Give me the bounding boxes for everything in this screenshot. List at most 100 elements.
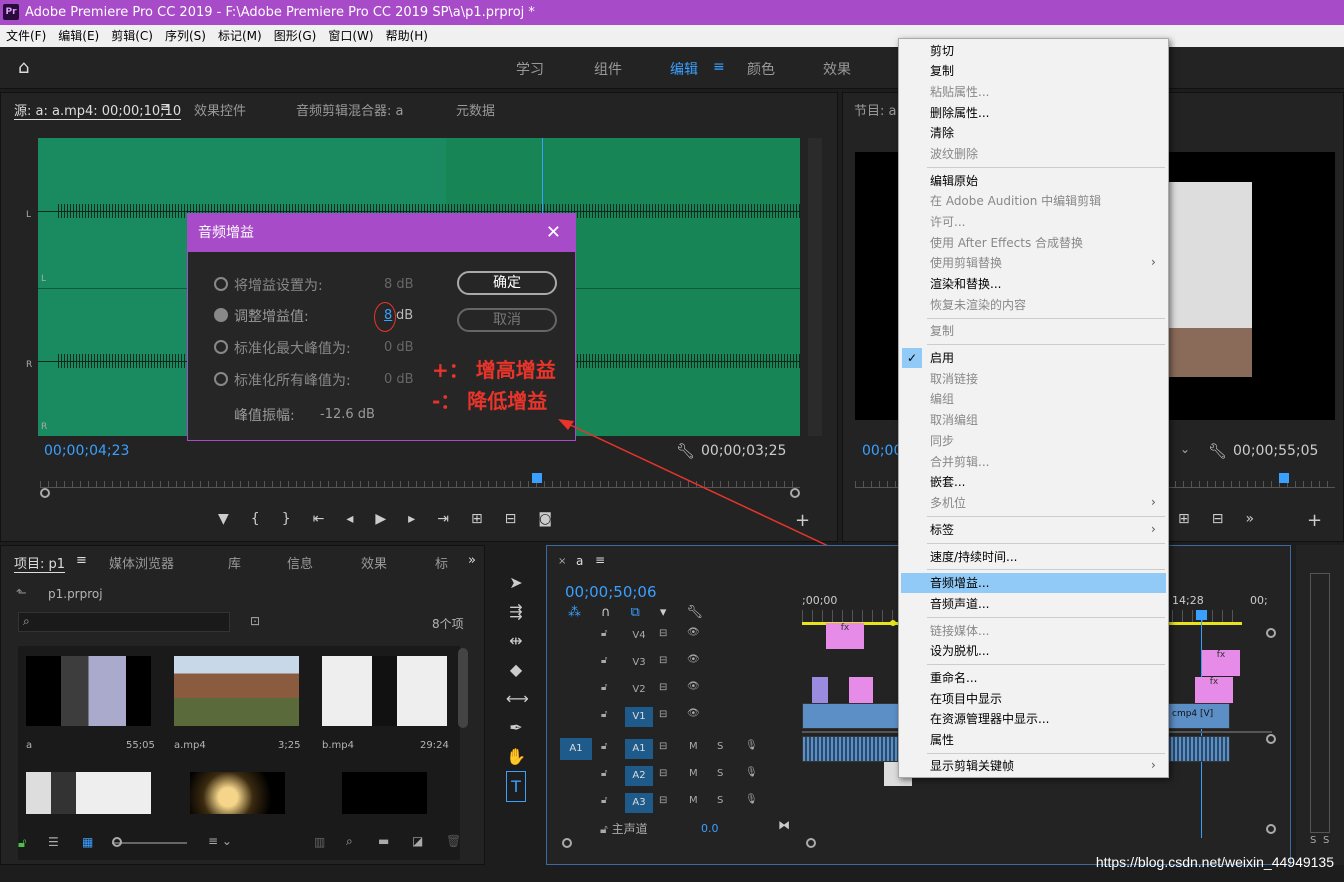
program-current-time[interactable]: 00;00 <box>862 443 902 459</box>
tab-metadata[interactable]: 元数据 <box>456 100 495 119</box>
trash-icon[interactable]: 🗑︎ <box>446 834 461 848</box>
slip-tool-icon[interactable]: ⟷ <box>506 684 529 713</box>
timeline-current-time[interactable]: 00;00;50;06 <box>565 583 657 601</box>
microphone-icon[interactable]: 🎙︎ <box>745 794 758 805</box>
sync-lock-icon[interactable]: ⊟ <box>659 655 667 666</box>
tab-project[interactable]: 项目: p1 <box>14 553 66 573</box>
project-search-input[interactable]: ⌕ <box>18 612 230 632</box>
tab-info[interactable]: 信息 <box>287 553 313 572</box>
play-icon[interactable]: ▶ <box>375 511 408 527</box>
menu-item-clear[interactable]: 清除 <box>930 123 954 143</box>
timeline-settings-icon[interactable]: 🔧︎ <box>686 605 723 620</box>
workspace-color[interactable]: 颜色 <box>747 59 775 79</box>
menu-item-properties[interactable]: 属性 <box>930 730 954 750</box>
hand-tool-icon[interactable]: ✋ <box>506 742 526 771</box>
menu-item-render-replace[interactable]: 渲染和替换... <box>930 274 1001 294</box>
microphone-icon[interactable]: 🎙︎ <box>745 767 758 778</box>
lock-icon[interactable]: 🔓︎ <box>601 655 607 666</box>
track-name-v1[interactable]: V1 <box>625 707 653 727</box>
microphone-icon[interactable]: 🎙︎ <box>745 740 758 751</box>
clip-v1-a[interactable] <box>802 703 902 729</box>
value-normalize-all[interactable]: 0 dB <box>384 372 414 387</box>
menu-item-ripple-delete[interactable]: 波纹删除 <box>930 144 978 164</box>
radio-set-gain[interactable] <box>214 277 228 291</box>
menu-item-paste-attributes[interactable]: 粘贴属性... <box>930 82 989 102</box>
menu-item-nest[interactable]: 嵌套... <box>930 472 965 492</box>
radio-normalize-all[interactable] <box>214 372 228 386</box>
menu-item-reveal-in-explorer[interactable]: 在资源管理器中显示... <box>930 709 1049 729</box>
go-to-out-icon[interactable]: ⇥ <box>437 511 471 527</box>
menu-item-duplicate[interactable]: 复制 <box>930 321 954 341</box>
menu-item-edit-in-audition[interactable]: 在 Adobe Audition 中编辑剪辑 <box>930 191 1101 211</box>
selection-tool-icon[interactable]: ➤ <box>506 568 526 597</box>
new-item-icon[interactable]: ◪ <box>412 834 423 848</box>
linked-selection-icon[interactable]: ⧉ <box>631 605 660 620</box>
timeline-playhead-handle[interactable] <box>1196 610 1207 620</box>
sync-lock-icon[interactable]: ⊟ <box>659 795 667 806</box>
menu-item-restore-unrendered[interactable]: 恢复未渲染的内容 <box>930 295 1026 315</box>
tab-effect-controls[interactable]: 效果控件 <box>194 100 246 119</box>
icon-view-icon[interactable]: ▦ <box>82 835 93 849</box>
ripple-edit-tool-icon[interactable]: ⇹ <box>506 626 526 655</box>
clip-v2-a[interactable] <box>812 677 828 703</box>
program-wrench-icon[interactable]: 🔧︎ <box>1208 442 1227 460</box>
eye-icon[interactable]: 👁︎ <box>687 708 700 719</box>
track-name-v2[interactable]: V2 <box>625 680 653 700</box>
sync-lock-icon[interactable]: ⊟ <box>659 628 667 639</box>
menu-marker[interactable]: 标记(M) <box>212 25 268 47</box>
menu-window[interactable]: 窗口(W) <box>322 25 379 47</box>
tab-effects[interactable]: 效果 <box>361 553 387 572</box>
clip-v2-b[interactable] <box>849 677 873 703</box>
find-icon[interactable]: ⌕ <box>346 834 353 849</box>
razor-tool-icon[interactable]: ◆ <box>506 655 526 684</box>
fx-clip-v2[interactable]: fx <box>1195 677 1233 703</box>
clip-v1-b[interactable]: cmp4 [V] <box>1166 703 1230 729</box>
timeline-menu-icon[interactable]: ≡ <box>595 553 605 567</box>
step-forward-icon[interactable]: ▸ <box>408 511 437 527</box>
thumb-b-mp4[interactable] <box>322 656 447 726</box>
tab-markers[interactable]: 标 <box>435 553 448 572</box>
eye-icon[interactable]: 👁︎ <box>687 681 700 692</box>
value-adjust-gain[interactable]: 8 <box>384 308 392 323</box>
step-back-icon[interactable]: ◂ <box>346 511 375 527</box>
nest-icon[interactable]: ⁂ <box>568 605 601 620</box>
menu-item-cut[interactable]: 剪切 <box>930 41 954 61</box>
thumb-a-mp4[interactable] <box>174 656 299 726</box>
sync-lock-icon[interactable]: ⊟ <box>659 709 667 720</box>
master-volume[interactable]: 0.0 <box>701 822 719 835</box>
timeline-close-icon[interactable]: × <box>558 556 566 567</box>
cancel-button[interactable]: 取消 <box>457 308 557 332</box>
timeline-zoom-left[interactable] <box>562 838 572 848</box>
solo-icon[interactable]: S <box>717 741 723 752</box>
lock-icon[interactable]: 🔓︎ <box>601 795 607 806</box>
menu-clip[interactable]: 剪辑(C) <box>105 25 159 47</box>
menu-edit[interactable]: 编辑(E) <box>52 25 105 47</box>
menu-item-synchronize[interactable]: 同步 <box>930 431 954 451</box>
menu-item-show-keyframes[interactable]: 显示剪辑关键帧 <box>930 756 1014 776</box>
timeline-sequence-tab[interactable]: a <box>576 554 583 568</box>
radio-adjust-gain[interactable] <box>214 308 228 322</box>
menu-item-copy[interactable]: 复制 <box>930 61 954 81</box>
menu-item-remove-attributes[interactable]: 删除属性... <box>930 103 989 123</box>
tab-libraries[interactable]: 库 <box>228 553 241 572</box>
value-normalize-max[interactable]: 0 dB <box>384 340 414 355</box>
mark-out-icon[interactable]: } <box>282 511 313 527</box>
track-select-tool-icon[interactable]: ⇶ <box>506 597 526 626</box>
source-playhead-marker[interactable] <box>532 473 542 483</box>
audio-scroll-handle-top[interactable] <box>1266 734 1276 744</box>
chevron-down-icon[interactable]: ⌄ <box>1180 442 1190 456</box>
fx-clip-v4[interactable]: fx <box>826 623 864 649</box>
workspace-effects[interactable]: 效果 <box>823 59 851 79</box>
mute-icon[interactable]: M <box>689 795 698 806</box>
menu-item-unlink[interactable]: 取消链接 <box>930 369 978 389</box>
extract-icon[interactable]: ⊟ <box>1212 511 1246 527</box>
radio-normalize-max[interactable] <box>214 340 228 354</box>
lock-icon[interactable]: 🔓︎ <box>601 741 607 752</box>
thumb-5[interactable] <box>342 772 427 814</box>
audio-clip-a1-a[interactable] <box>802 736 902 762</box>
menu-item-ungroup[interactable]: 取消编组 <box>930 410 978 430</box>
track-name-v3[interactable]: V3 <box>625 653 653 673</box>
mute-icon[interactable]: M <box>689 741 698 752</box>
menu-file[interactable]: 文件(F) <box>0 25 52 47</box>
automate-icon[interactable]: ▥ <box>314 835 325 849</box>
